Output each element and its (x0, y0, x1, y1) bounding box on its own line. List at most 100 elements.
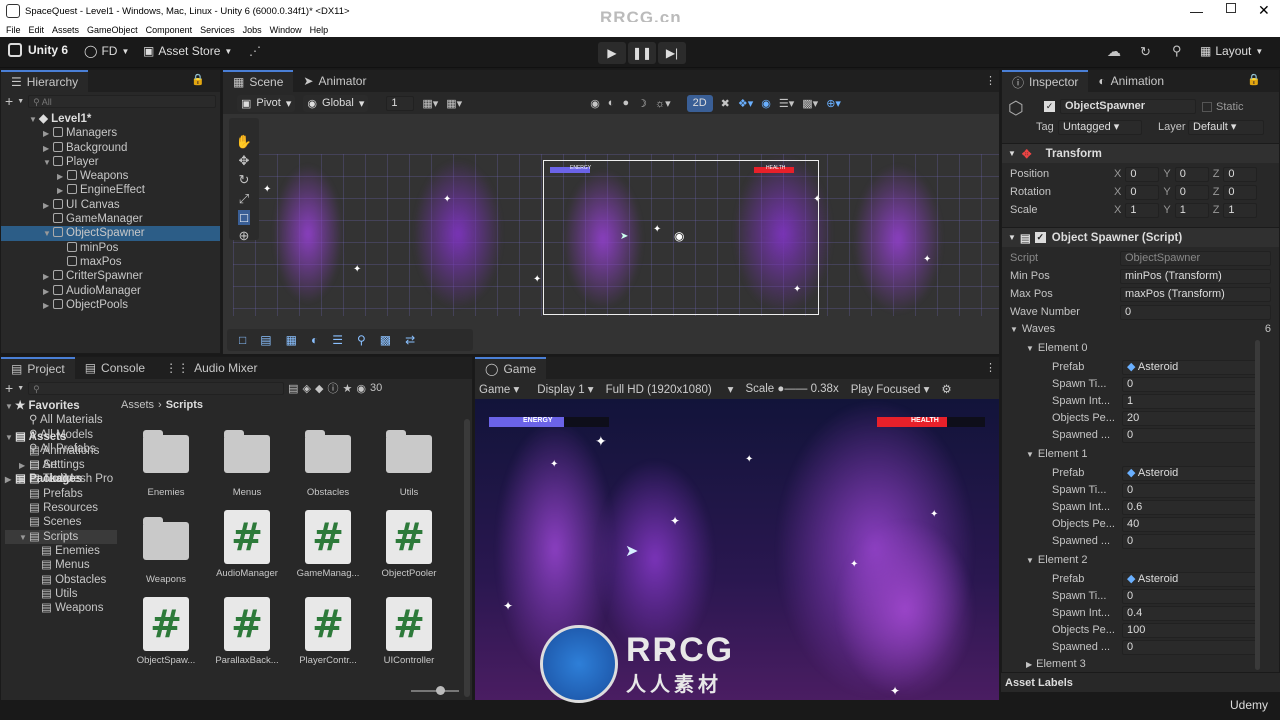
hand-tool-icon[interactable]: ✋ (236, 134, 252, 150)
search-icon[interactable]: ⚲ (1172, 43, 1182, 59)
tab-inspector[interactable]: ⓘ Inspector (1002, 70, 1089, 92)
tag-dropdown[interactable]: Untagged ▾ (1058, 120, 1142, 135)
rect-tool-icon[interactable]: □ (238, 210, 250, 225)
tab-audio-mixer[interactable]: ⋮⋮ Audio Mixer (155, 357, 267, 379)
spawned-field[interactable]: 0 (1122, 427, 1257, 443)
project-search-input[interactable]: ⚲ (28, 381, 285, 395)
maximize-button[interactable] (1226, 3, 1236, 13)
close-button[interactable]: ✕ (1258, 2, 1270, 19)
asset-gamemanag[interactable]: # GameManag... (287, 510, 369, 579)
menu-assets[interactable]: Assets (52, 25, 79, 35)
active-checkbox[interactable]: ✓ (1044, 101, 1055, 112)
transform-y-field[interactable]: 0 (1174, 166, 1209, 182)
transform-z-field[interactable]: 0 (1223, 184, 1258, 200)
game-menu-icon[interactable]: ⋮ (985, 361, 996, 374)
scene-menu-icon[interactable]: ⋮ (985, 74, 996, 87)
display-dropdown[interactable]: Display 1 ▾ (537, 382, 593, 396)
scene-viewport[interactable]: ✦ ✦ ✦ ✦ ✦ ✦ ✦ ✦ ENERGY HEALTH ➤ ◉ ✋ ✥ ↻ ⤢ □ … (223, 114, 999, 354)
asset-enemies[interactable]: Enemies (125, 423, 207, 498)
transform-z-field[interactable]: 0 (1223, 166, 1258, 182)
spawn-time-field[interactable]: 0 (1122, 588, 1257, 604)
transform-x-field[interactable]: 0 (1125, 184, 1160, 200)
resolution-dropdown[interactable]: Full HD (1920x1080) ▾ (606, 382, 734, 396)
asset-labels-bar[interactable]: Asset Labels (1001, 672, 1280, 692)
step-button[interactable]: ▶| (658, 42, 686, 64)
layer-stack-icon[interactable]: ☰ (332, 333, 343, 347)
folder-prefabs[interactable]: ▤ Prefabs (5, 487, 117, 501)
prefab-field[interactable]: ◆ Asteroid (1122, 465, 1257, 481)
hierarchy-item-audiomanager[interactable]: ▶ AudioManager (1, 284, 220, 298)
min-pos-field[interactable]: minPos (Transform) (1120, 268, 1271, 284)
version-control-icon[interactable]: ⋰ (249, 44, 261, 58)
play-mode-dropdown[interactable]: Play Focused ▾ (851, 382, 930, 396)
folder-scenes[interactable]: ▤ Scenes (5, 515, 117, 529)
folder-settings[interactable]: ▶ ▤ Settings (5, 458, 117, 472)
settings-icon[interactable]: ⚙ (941, 382, 951, 396)
inspector-lock-icon[interactable]: 🔒 (1247, 73, 1261, 86)
fx-icon[interactable]: ❖▾ (738, 97, 753, 110)
warning-icon[interactable]: ⓘ (327, 380, 338, 396)
asset-obstacles[interactable]: Obstacles (287, 423, 369, 498)
spawn-interval-field[interactable]: 0.4 (1122, 605, 1257, 621)
filter-label-icon[interactable]: ◈ (303, 382, 311, 395)
play-button[interactable]: ▶ (598, 42, 626, 64)
game-view-dropdown[interactable]: Game ▾ (479, 382, 519, 396)
sphere-icon[interactable]: ● (622, 97, 629, 109)
component-enabled-checkbox[interactable]: ✓ (1034, 232, 1046, 243)
spawn-time-field[interactable]: 0 (1122, 482, 1257, 498)
account-button[interactable]: ◯ FD ▼ (84, 44, 129, 58)
asset-utils[interactable]: Utils (368, 423, 450, 498)
spawn-interval-field[interactable]: 0.6 (1122, 499, 1257, 515)
spawned-field[interactable]: 0 (1122, 639, 1257, 655)
objects-per-field[interactable]: 20 (1122, 410, 1257, 426)
hierarchy-item-ui-canvas[interactable]: ▶ UI Canvas (1, 198, 220, 212)
tab-console[interactable]: ▤ Console (75, 357, 155, 379)
objects-per-field[interactable]: 40 (1122, 516, 1257, 532)
objects-per-field[interactable]: 100 (1122, 622, 1257, 638)
icon-size-slider[interactable] (411, 686, 459, 695)
hierarchy-item-objectspawner[interactable]: ▼ ObjectSpawner (1, 226, 220, 241)
transform-x-field[interactable]: 0 (1125, 166, 1160, 182)
zoom-icon[interactable]: ⚲ (357, 333, 366, 347)
spawned-field[interactable]: 0 (1122, 533, 1257, 549)
snap-icon[interactable]: ▦▾ (446, 97, 462, 110)
hierarchy-item-background[interactable]: ▶ Background (1, 141, 220, 155)
transform-x-field[interactable]: 1 (1125, 202, 1160, 218)
audio-mute-icon[interactable]: ✖ (721, 97, 730, 110)
add-icon[interactable]: + (5, 380, 13, 396)
move-tool-icon[interactable]: ✥ (239, 153, 250, 169)
element-3-row[interactable]: ▶ Element 3 (1010, 656, 1271, 672)
menu-services[interactable]: Services (200, 25, 235, 35)
asset-weapons[interactable]: Weapons (125, 510, 207, 585)
asset-audiomanager[interactable]: # AudioManager (206, 510, 288, 579)
layers-icon[interactable]: ☰▾ (779, 97, 794, 110)
scene-root[interactable]: ▼ ◆ Level1* (1, 112, 220, 126)
tab-project[interactable]: ▤ Project (1, 357, 75, 379)
minimize-button[interactable]: — (1190, 4, 1203, 19)
hierarchy-item-player[interactable]: ▼ Player (1, 155, 220, 169)
project-scrollbar[interactable] (464, 419, 470, 697)
folder-scripts-enemies[interactable]: ▤ Enemies (5, 544, 117, 558)
asset-parallaxback[interactable]: # ParallaxBack... (206, 597, 288, 666)
pivot-dropdown[interactable]: ▣ Pivot ▾ (237, 94, 296, 112)
wave-number-field[interactable]: 0 (1120, 304, 1271, 320)
tilemap-icon[interactable]: ▦ (286, 333, 297, 347)
folder-scripts-menus[interactable]: ▤ Menus (5, 558, 117, 572)
hierarchy-item-gamemanager[interactable]: GameManager (1, 212, 220, 226)
tab-animation[interactable]: ◐ Animation (1088, 70, 1174, 92)
pause-button[interactable]: ❚❚ (628, 42, 656, 64)
moon-icon[interactable]: ☽ (637, 97, 647, 110)
transform-y-field[interactable]: 1 (1174, 202, 1209, 218)
breadcrumb-scripts[interactable]: Scripts (166, 399, 203, 411)
filter-type-icon[interactable]: ▤ (288, 382, 298, 395)
scale-tool-icon[interactable]: ⤢ (239, 191, 249, 207)
breadcrumb-assets[interactable]: Assets (121, 399, 154, 411)
folder-scripts-obstacles[interactable]: ▤ Obstacles (5, 573, 117, 587)
hierarchy-item-engineeffect[interactable]: ▶ EngineEffect (1, 183, 220, 197)
asset-objectspaw[interactable]: # ObjectSpaw... (125, 597, 207, 666)
menu-help[interactable]: Help (310, 25, 329, 35)
rect-overlay-icon[interactable]: □ (239, 333, 246, 347)
menu-file[interactable]: File (6, 25, 21, 35)
script-component-header[interactable]: ▼ ▤ ✓ Object Spawner (Script) (1002, 227, 1279, 247)
shading-icon[interactable]: ◉ (590, 97, 600, 110)
